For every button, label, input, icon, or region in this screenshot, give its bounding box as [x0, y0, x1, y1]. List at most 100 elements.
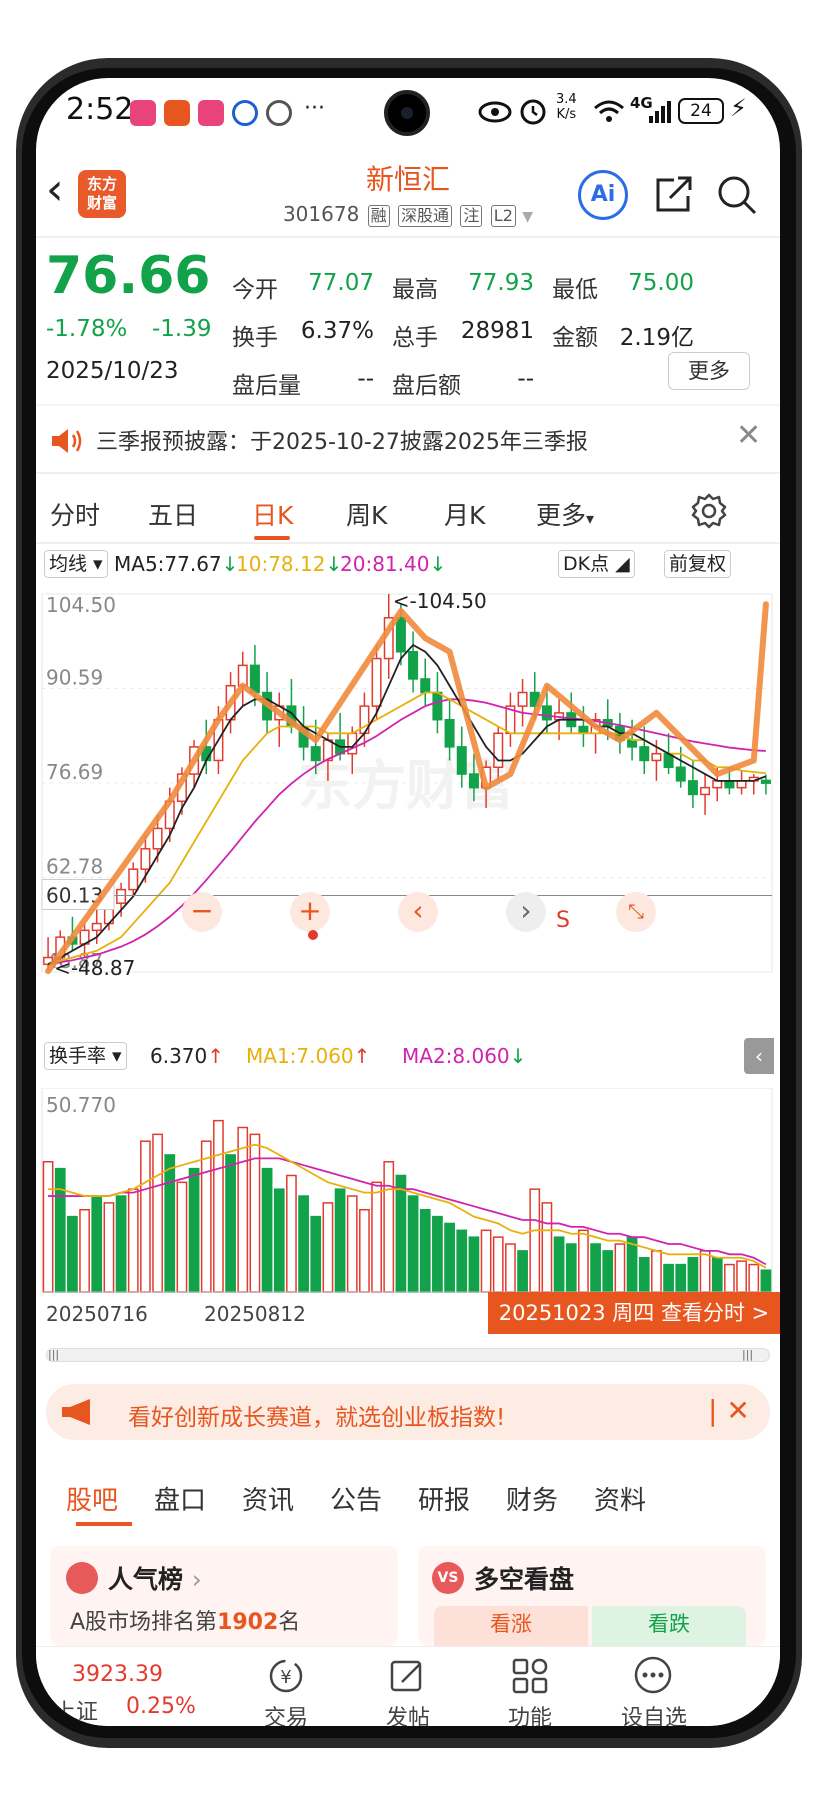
turnover-bar [578, 1229, 589, 1293]
turnover-bar [54, 1167, 66, 1293]
alarm-icon [520, 99, 546, 125]
y-tick-label: 76.69 [46, 760, 103, 784]
candle-body [249, 664, 260, 694]
turnover-bar [699, 1250, 711, 1293]
turnover-bar [213, 1119, 224, 1293]
post-icon[interactable] [388, 1656, 428, 1696]
charging-icon: ⚡ [730, 94, 747, 122]
x-date-mid: 20250812 [204, 1302, 306, 1326]
search-icon[interactable] [716, 174, 758, 216]
kline-tab[interactable]: 五日 [148, 496, 198, 532]
kline-tab[interactable]: 分时 [50, 496, 100, 532]
turnover-bar [505, 1243, 516, 1293]
volume-indicator-selector[interactable]: 换手率 ▾ [44, 1042, 127, 1070]
share-icon[interactable] [654, 176, 694, 214]
scroll-handle-left[interactable]: ||| [48, 1348, 59, 1361]
code-dropdown-icon[interactable]: ▼ [522, 209, 533, 225]
turnover-bar [638, 1256, 650, 1293]
tag-level2: L2 [490, 205, 516, 227]
turnover-bar [383, 1161, 395, 1293]
turnover-bar [456, 1229, 468, 1293]
tag-margin: 融 [367, 205, 390, 227]
popularity-icon [66, 1562, 98, 1594]
content-tab[interactable]: 资料 [594, 1480, 646, 1517]
turnover-bar [152, 1133, 163, 1293]
content-tab[interactable]: 股吧 [66, 1480, 118, 1517]
nav-post[interactable]: 发帖 [358, 1700, 458, 1726]
kline-tab-underline [254, 536, 290, 540]
kline-chart[interactable]: 104.5090.5976.6962.7848.87东方财富60.13<-104… [36, 584, 780, 1004]
quote-value: 77.07 [308, 270, 374, 296]
candle-body [675, 766, 686, 782]
y-tick-label: 62.78 [46, 854, 103, 878]
kline-tab[interactable]: 更多▾ [536, 496, 594, 532]
turnover-bar [310, 1215, 322, 1293]
quote-label: 金额 [552, 325, 598, 351]
change-value: -1.39 [152, 316, 212, 342]
content-tab[interactable]: 公告 [330, 1480, 382, 1517]
kline-tab[interactable]: 周K [346, 496, 387, 532]
dk-point-button[interactable]: DK点 ◢ [558, 550, 635, 578]
screen: 2:52 ··· 3.4 K/s 4G 24 ⚡ ‹ 东方 财富 新恒汇 301… [36, 78, 780, 1726]
scroll-handle-right[interactable]: ||| [742, 1348, 753, 1361]
notice-close-icon[interactable]: ✕ [736, 418, 761, 453]
index-name[interactable]: 上证 [54, 1694, 98, 1726]
collapse-panel-icon[interactable]: ‹ [744, 1038, 774, 1074]
content-tab[interactable]: 财务 [506, 1480, 558, 1517]
change-percent: -1.78% [46, 316, 128, 342]
content-tab[interactable]: 研报 [418, 1480, 470, 1517]
view-intraday-button[interactable]: 20251023 周四 查看分时 > [488, 1292, 780, 1334]
ai-button[interactable]: Ai [578, 170, 628, 220]
candle-body [310, 746, 321, 762]
promo-close-icon[interactable]: | ✕ [708, 1394, 750, 1427]
content-tab-underline [76, 1522, 132, 1526]
watchlist-icon[interactable] [632, 1654, 674, 1696]
popularity-title: 人气榜 › [108, 1565, 202, 1594]
more-quote-button[interactable]: 更多 [668, 352, 750, 390]
candle-body [456, 746, 467, 775]
functions-icon[interactable] [510, 1656, 550, 1696]
gear-icon[interactable] [690, 492, 728, 530]
turnover-bar [419, 1208, 431, 1293]
x-date-start: 20250716 [46, 1302, 148, 1326]
index-value[interactable]: 3923.39 [72, 1662, 163, 1687]
content-tab[interactable]: 资讯 [242, 1480, 294, 1517]
candle-body [578, 725, 589, 735]
indicator-selector[interactable]: 均线 ▾ [44, 550, 108, 578]
bull-button[interactable]: 看涨 [434, 1606, 588, 1646]
chart-scrollbar[interactable] [46, 1348, 770, 1362]
turnover-bar [359, 1208, 370, 1293]
nav-add-watchlist[interactable]: 设自选 [604, 1700, 704, 1726]
quote-label: 最低 [552, 277, 598, 303]
device-frame: 2:52 ··· 3.4 K/s 4G 24 ⚡ ‹ 东方 财富 新恒汇 301… [0, 0, 816, 1800]
bear-button[interactable]: 看跌 [592, 1606, 746, 1646]
scroll-right-button[interactable]: › [506, 892, 546, 932]
nav-functions[interactable]: 功能 [480, 1700, 580, 1726]
turnover-chart[interactable]: 50.770 [36, 1088, 780, 1308]
trade-icon[interactable]: ¥ [264, 1656, 308, 1696]
candle-body [432, 691, 443, 721]
promo-text[interactable]: 看好创新成长赛道，就选创业板指数! [128, 1398, 505, 1432]
turnover-bar [225, 1154, 236, 1293]
zoom-out-button[interactable]: − [182, 892, 222, 932]
kline-tab[interactable]: 日K [252, 496, 293, 532]
turnover-bar [322, 1202, 334, 1293]
notice-text[interactable]: 三季报预披露：于2025-10-27披露2025年三季报 [96, 424, 588, 456]
quote-value: 77.93 [468, 270, 534, 296]
ma5-label: MA5:77.67↓ [114, 552, 239, 576]
kline-tab[interactable]: 月K [444, 496, 485, 532]
turnover-bar [127, 1188, 139, 1293]
turnover-bar [188, 1167, 200, 1293]
turnover-bar [590, 1243, 601, 1293]
zoom-in-button[interactable]: + [290, 892, 330, 932]
quote-label: 总手 [392, 325, 438, 351]
fullscreen-icon[interactable]: ⤡ [616, 892, 656, 932]
candle-body [395, 617, 406, 653]
turnover-bar [140, 1140, 151, 1293]
content-tab[interactable]: 盘口 [154, 1480, 206, 1517]
index-change[interactable]: 0.25% [126, 1694, 196, 1719]
scroll-left-button[interactable]: ‹ [398, 892, 438, 932]
adjust-mode-button[interactable]: 前复权 [664, 550, 732, 578]
nav-trade[interactable]: 交易 [236, 1700, 336, 1726]
candle-body [420, 678, 431, 694]
